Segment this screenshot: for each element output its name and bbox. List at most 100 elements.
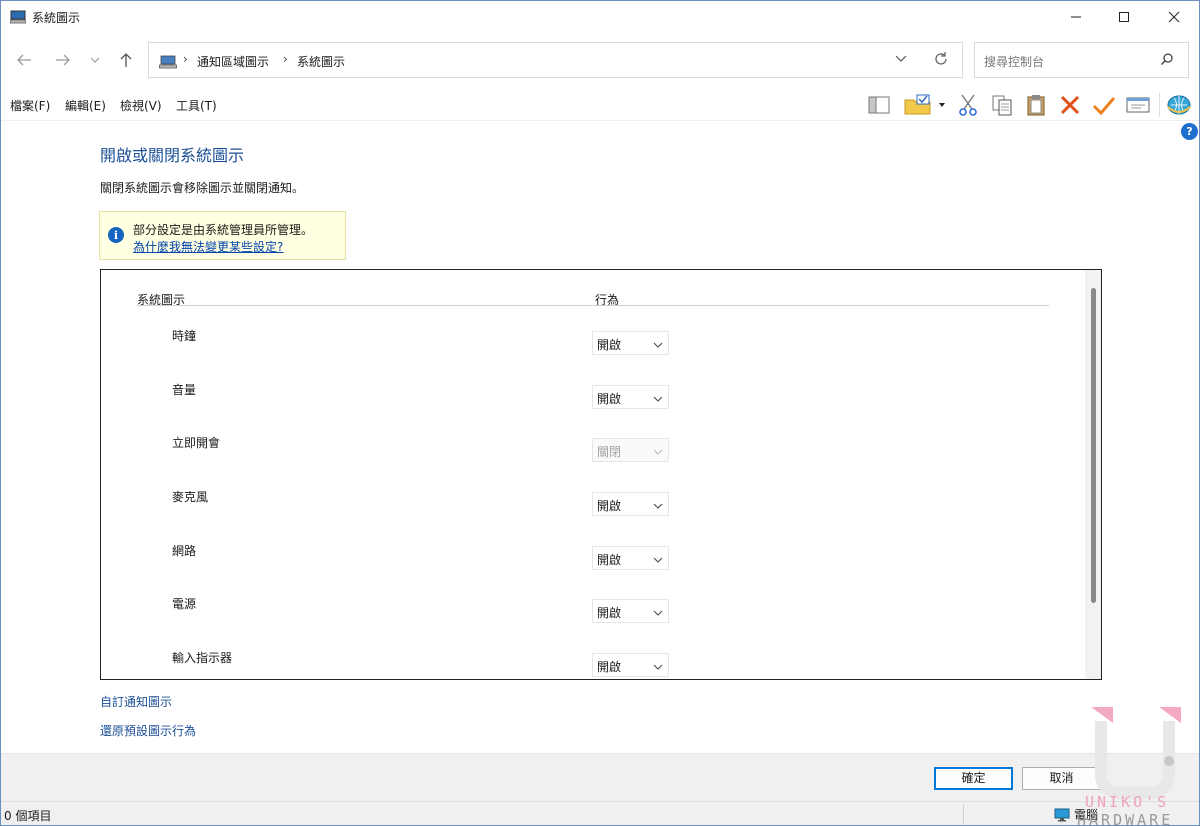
search-placeholder: 搜尋控制台 [984, 55, 1045, 69]
select-value: 開啟 [597, 392, 622, 406]
toolbar-divider [1159, 93, 1160, 117]
row-label-meet-now: 立即開會 [172, 436, 221, 450]
select-value: 開啟 [597, 338, 622, 352]
copy-button[interactable] [988, 92, 1016, 118]
breadcrumb-separator: › [283, 52, 288, 66]
preview-pane-button[interactable] [865, 92, 893, 118]
row-label-clock: 時鐘 [172, 329, 197, 343]
behavior-select-input-indicator[interactable]: 開啟 [592, 653, 669, 677]
chevron-down-icon [653, 660, 663, 674]
menu-view[interactable]: 檢視(V) [120, 97, 162, 114]
arrow-up-icon [120, 53, 132, 67]
select-value: 關閉 [597, 445, 622, 459]
watermark-text-2: HARDWARE [1077, 811, 1173, 826]
properties-icon [1126, 97, 1150, 113]
breadcrumb-system-icons[interactable]: 系統圖示 [297, 53, 345, 70]
select-value: 開啟 [597, 606, 622, 620]
dialog-button-bar: 確定 取消 [1, 753, 1199, 801]
row-label-volume: 音量 [172, 383, 197, 397]
chevron-down-icon [653, 338, 663, 352]
row-label-network: 網路 [172, 544, 197, 558]
menu-file[interactable]: 檔案(F) [10, 97, 50, 114]
info-message: 部分設定是由系統管理員所管理。 [133, 223, 314, 237]
monitor-icon [1054, 808, 1070, 822]
arrow-right-icon [56, 54, 70, 66]
properties-button[interactable] [1124, 92, 1152, 118]
up-button[interactable] [115, 49, 137, 71]
admin-info-banner: i 部分設定是由系統管理員所管理。 為什麼我無法變更某些設定? [99, 211, 346, 260]
select-value: 開啟 [597, 499, 622, 513]
status-divider [963, 804, 964, 824]
list-scrollbar[interactable] [1085, 270, 1101, 679]
row-label-input-indicator: 輸入指示器 [172, 651, 233, 665]
behavior-select-power[interactable]: 開啟 [592, 599, 669, 623]
accept-button[interactable] [1090, 92, 1118, 118]
customize-notification-icons-link[interactable]: 自訂通知圖示 [100, 693, 172, 710]
chevron-down-icon [90, 57, 100, 63]
window-title: 系統圖示 [32, 11, 81, 25]
scissors-icon [959, 94, 977, 116]
clipboard-icon [1027, 95, 1045, 116]
search-box[interactable]: 搜尋控制台 [974, 42, 1189, 78]
computer-icon [159, 55, 177, 72]
select-value: 開啟 [597, 553, 622, 567]
control-panel-window: 系統圖示 › 通知區域圖示 › 系統圖示 搜尋控制台 檔案(F) 編輯(E) 檢… [0, 0, 1200, 826]
check-icon [1092, 97, 1116, 116]
delete-button[interactable] [1056, 92, 1084, 118]
watermark-text-1: UNIKO'S [1085, 793, 1169, 811]
menu-toolbar-row: 檔案(F) 編輯(E) 檢視(V) 工具(T) [1, 89, 1199, 121]
chevron-down-icon [653, 553, 663, 567]
menu-tools[interactable]: 工具(T) [176, 97, 217, 114]
search-icon[interactable] [1160, 52, 1174, 69]
address-bar[interactable]: › 通知區域圖示 › 系統圖示 [148, 42, 963, 78]
help-icon[interactable]: ? [1181, 123, 1198, 140]
breadcrumb-notification-icons[interactable]: 通知區域圖示 [197, 53, 269, 70]
navigation-bar: › 通知區域圖示 › 系統圖示 搜尋控制台 [1, 41, 1199, 79]
folder-options-button[interactable] [902, 92, 948, 118]
maximize-button[interactable] [1099, 1, 1149, 33]
behavior-select-network[interactable]: 開啟 [592, 546, 669, 570]
back-button[interactable] [13, 49, 35, 71]
recent-locations-button[interactable] [85, 49, 105, 71]
close-button[interactable] [1149, 1, 1199, 33]
refresh-button[interactable] [933, 51, 949, 71]
header-divider [137, 305, 1049, 306]
row-label-power: 電源 [172, 597, 197, 611]
page-description: 關閉系統圖示會移除圖示並關閉通知。 [100, 181, 305, 195]
chevron-down-icon [653, 606, 663, 620]
breadcrumb-separator: › [183, 52, 188, 66]
status-bar: 0 個項目 電腦 [1, 801, 1199, 825]
behavior-select-microphone[interactable]: 開啟 [592, 492, 669, 516]
chevron-down-icon [653, 445, 663, 459]
menu-edit[interactable]: 編輯(E) [65, 97, 106, 114]
behavior-select-volume[interactable]: 開啟 [592, 385, 669, 409]
watermark-logo: UNIKO'S HARDWARE [1077, 701, 1200, 826]
behavior-select-meet-now: 關閉 [592, 438, 669, 462]
minimize-button[interactable] [1051, 1, 1101, 33]
address-dropdown-button[interactable] [895, 52, 907, 66]
scrollbar-thumb[interactable] [1091, 288, 1096, 603]
item-count: 0 個項目 [4, 809, 52, 823]
ok-button[interactable]: 確定 [934, 767, 1013, 790]
page-title: 開啟或關閉系統圖示 [100, 146, 245, 165]
cut-button[interactable] [954, 92, 982, 118]
computer-icon [9, 10, 27, 24]
refresh-icon [935, 52, 947, 65]
row-label-microphone: 麥克風 [172, 490, 209, 504]
globe-icon [1167, 95, 1191, 115]
paste-button[interactable] [1022, 92, 1050, 118]
forward-button[interactable] [52, 49, 74, 71]
copy-icon [992, 95, 1012, 116]
arrow-left-icon [17, 54, 31, 66]
why-cant-change-link[interactable]: 為什麼我無法變更某些設定? [133, 238, 283, 255]
title-bar: 系統圖示 [1, 1, 1199, 33]
behavior-select-clock[interactable]: 開啟 [592, 331, 669, 355]
system-icons-list: 系統圖示 行為 時鐘 開啟 音量 開啟 立即開會 關閉 麥克風 開啟 網路 開啟 [100, 269, 1102, 680]
chevron-down-icon [653, 499, 663, 513]
folder-check-icon [904, 94, 945, 115]
restore-default-behaviors-link[interactable]: 還原預設圖示行為 [100, 722, 196, 739]
info-icon: i [108, 227, 124, 243]
chevron-down-icon [895, 55, 907, 62]
pane-icon [868, 96, 890, 114]
web-button[interactable] [1165, 92, 1193, 118]
